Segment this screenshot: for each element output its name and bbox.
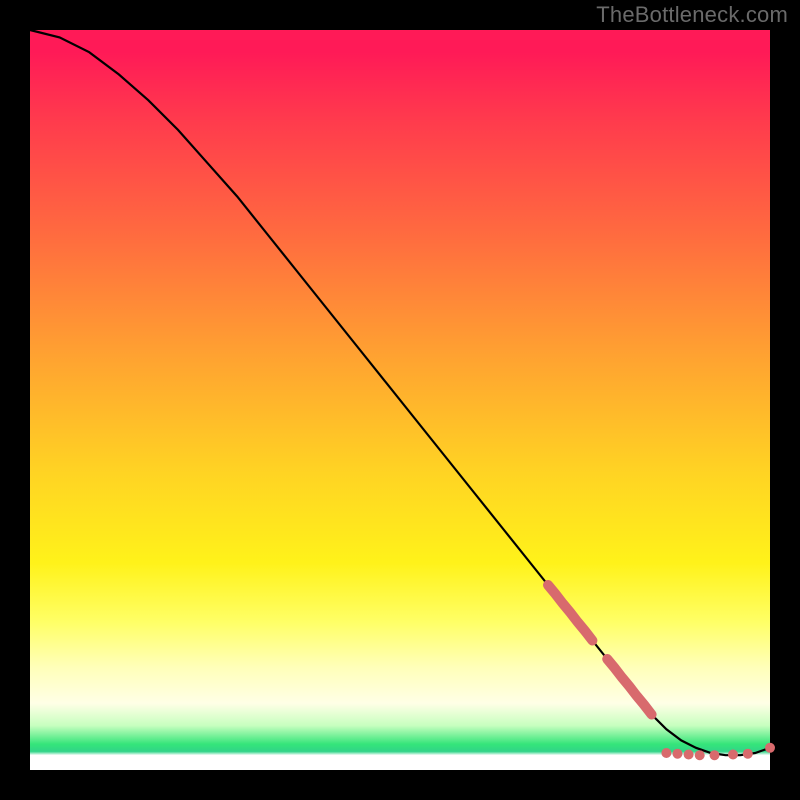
highlight-point — [743, 749, 753, 759]
bottleneck-curve — [30, 30, 770, 755]
highlight-point — [765, 743, 775, 753]
highlight-segment — [548, 585, 592, 641]
chart-overlay — [30, 30, 770, 770]
highlight-point — [695, 750, 705, 760]
chart-frame: TheBottleneck.com — [0, 0, 800, 800]
highlight-point — [710, 750, 720, 760]
highlight-point — [673, 749, 683, 759]
plot-area — [30, 30, 770, 770]
watermark-text: TheBottleneck.com — [596, 2, 788, 28]
highlight-point — [728, 750, 738, 760]
highlight-point — [684, 750, 694, 760]
highlight-point — [661, 748, 671, 758]
highlight-segment — [607, 659, 651, 715]
